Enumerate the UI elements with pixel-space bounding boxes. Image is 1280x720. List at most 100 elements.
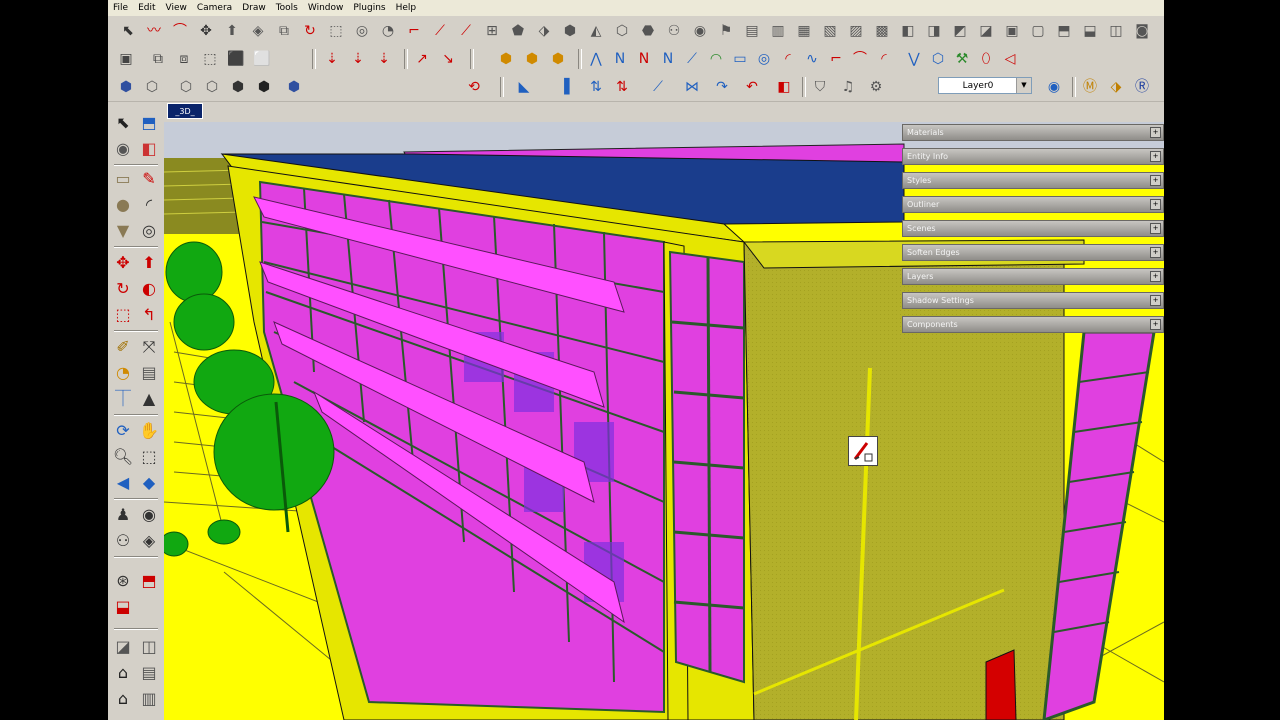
expand-icon[interactable]: + [1150, 199, 1161, 210]
skew-icon[interactable]: ⟋ [648, 77, 668, 97]
menu-tools[interactable]: Tools [271, 3, 303, 13]
warehouse-icon[interactable]: ◪ [112, 636, 134, 658]
tray-components[interactable]: Components + [902, 316, 1164, 333]
rectangle-tool-icon[interactable]: ▭ [112, 168, 134, 190]
polyline-red-icon[interactable]: Ν [634, 49, 654, 69]
layer-manager-icon[interactable]: ◉ [1044, 77, 1064, 97]
push-pull-tool-icon[interactable]: ⬆ [138, 252, 160, 274]
pencil-icon[interactable]: ✎ [138, 168, 160, 190]
orbit-icon[interactable]: ⟳ [112, 420, 134, 442]
menu-view[interactable]: View [161, 3, 192, 13]
polygon-tool-icon[interactable]: ▼ [112, 220, 134, 242]
menu-edit[interactable]: Edit [133, 3, 160, 13]
bottom-view-icon[interactable]: ⬢ [284, 77, 304, 97]
slope-icon[interactable]: ⟋ [456, 21, 476, 41]
layer-select[interactable]: Layer0 ▼ [938, 77, 1032, 94]
walk-tool-icon[interactable]: ⚇ [112, 530, 134, 552]
outline-icon[interactable]: ◪ [976, 21, 996, 41]
tray-soften-edges[interactable]: Soften Edges + [902, 244, 1164, 261]
endpoints-icon[interactable]: ◫ [1106, 21, 1126, 41]
textured-icon[interactable]: ▩ [872, 21, 892, 41]
dimension-tool-icon[interactable]: ⤧ [138, 336, 160, 358]
wireframe-icon[interactable]: ▦ [794, 21, 814, 41]
tape-icon[interactable]: ◎ [352, 21, 372, 41]
back-edges-icon[interactable]: ▥ [768, 21, 788, 41]
position-camera-icon[interactable]: ⚑ [716, 21, 736, 41]
polyline-icon[interactable]: Ν [610, 49, 630, 69]
push-pull-icon[interactable]: ⬆ [222, 21, 242, 41]
3d-text-icon[interactable]: ▲ [138, 388, 160, 410]
bell-icon[interactable]: ♫ [838, 77, 858, 97]
home-icon[interactable]: ⌂ [112, 662, 134, 684]
front-view-icon[interactable]: ⬡ [176, 77, 196, 97]
jitter-icon[interactable]: ⬓ [1080, 21, 1100, 41]
arc-red-icon[interactable]: ◜ [778, 49, 798, 69]
intersect-icon[interactable]: ⬒ [138, 570, 160, 592]
tray-outliner[interactable]: Outliner + [902, 196, 1164, 213]
spline-icon[interactable]: ∿ [802, 49, 822, 69]
tab-scene-3d[interactable]: _3D_ [167, 103, 203, 119]
menu-help[interactable]: Help [391, 3, 422, 13]
ellipse-icon[interactable]: ⬯ [976, 49, 996, 69]
axis-red-icon[interactable]: ⇣ [322, 49, 342, 69]
expand-icon[interactable]: + [1150, 295, 1161, 306]
twist-red-icon[interactable]: ↶ [742, 77, 762, 97]
curve-red-icon[interactable]: ⌐ [826, 49, 846, 69]
arc-green-icon[interactable]: ◠ [706, 49, 726, 69]
component-gold-icon[interactable]: ⬢ [548, 49, 568, 69]
previous-view-icon[interactable]: ◀ [112, 472, 134, 494]
paint-icon[interactable]: ◧ [774, 77, 794, 97]
expand-icon[interactable]: + [1150, 319, 1161, 330]
solid-subtract-icon[interactable]: ⧈ [174, 49, 194, 69]
expand-icon[interactable]: + [1150, 151, 1161, 162]
style-icon[interactable]: ◙ [1132, 21, 1152, 41]
tray-entity-info[interactable]: Entity Info + [902, 148, 1164, 165]
dimension-icon[interactable]: ⌐ [404, 21, 424, 41]
extension-icon[interactable]: ⬒ [1054, 21, 1074, 41]
freehand-icon[interactable]: 〰 [144, 21, 164, 41]
axis-blue-icon[interactable]: ⇣ [374, 49, 394, 69]
back-view-icon[interactable]: ⬢ [228, 77, 248, 97]
flip-edge-icon[interactable]: ◭ [586, 21, 606, 41]
arc-icon[interactable]: ⌒ [170, 21, 190, 41]
arc-tool-icon[interactable]: ◜ [138, 194, 160, 216]
zigzag-icon[interactable]: ⋁ [904, 49, 924, 69]
follow-me-icon[interactable]: ◈ [248, 21, 268, 41]
menu-draw[interactable]: Draw [237, 3, 271, 13]
menu-file[interactable]: File [108, 3, 133, 13]
tape-measure-icon[interactable]: ✐ [112, 336, 134, 358]
refresh-icon[interactable]: ⟲ [464, 77, 484, 97]
bend-icon[interactable]: ⋈ [682, 77, 702, 97]
component-icon[interactable]: ◨ [924, 21, 944, 41]
zoom-extents-icon[interactable]: ◆ [138, 472, 160, 494]
zoom-icon[interactable]: 🔍︎ [112, 446, 134, 468]
circle-icon[interactable]: ◎ [754, 49, 774, 69]
left-view-icon[interactable]: ⬢ [254, 77, 274, 97]
expand-icon[interactable]: + [1150, 175, 1161, 186]
shaded-icon[interactable]: ▨ [846, 21, 866, 41]
tag-icon[interactable]: ⬗ [1106, 77, 1126, 97]
position-camera-tool-icon[interactable]: ♟ [112, 504, 134, 526]
align-icon[interactable]: ↗ [412, 49, 432, 69]
look-around-icon[interactable]: ◉ [690, 21, 710, 41]
line-tool-icon[interactable]: ⟋ [682, 49, 702, 69]
paint-bucket-icon[interactable]: ◉ [112, 138, 134, 160]
move-icon[interactable]: ✥ [196, 21, 216, 41]
expand-icon[interactable]: + [1150, 223, 1161, 234]
offset-icon[interactable]: ⧉ [274, 21, 294, 41]
solid-icon[interactable]: ▣ [116, 49, 136, 69]
offset-tool-icon[interactable]: ↰ [138, 304, 160, 326]
iso-view-icon[interactable]: ⬢ [116, 77, 136, 97]
help-r-icon[interactable]: Ⓡ [1132, 77, 1152, 97]
right-view-icon[interactable]: ⬡ [202, 77, 222, 97]
top-view-icon[interactable]: ⬡ [142, 77, 162, 97]
display-section-icon[interactable]: ⬣ [638, 21, 658, 41]
component-orange-icon[interactable]: ⬢ [496, 49, 516, 69]
push-icon[interactable]: ◣ [514, 77, 534, 97]
solid-tool-icon[interactable]: ⬓ [112, 596, 134, 618]
shield-icon[interactable]: ⛉ [810, 77, 830, 97]
scale-tool-icon[interactable]: ⬚ [112, 304, 134, 326]
component-yellow-icon[interactable]: ⬢ [522, 49, 542, 69]
select-icon[interactable]: ⬉ [118, 21, 138, 41]
tray-shadow-settings[interactable]: Shadow Settings + [902, 292, 1164, 309]
